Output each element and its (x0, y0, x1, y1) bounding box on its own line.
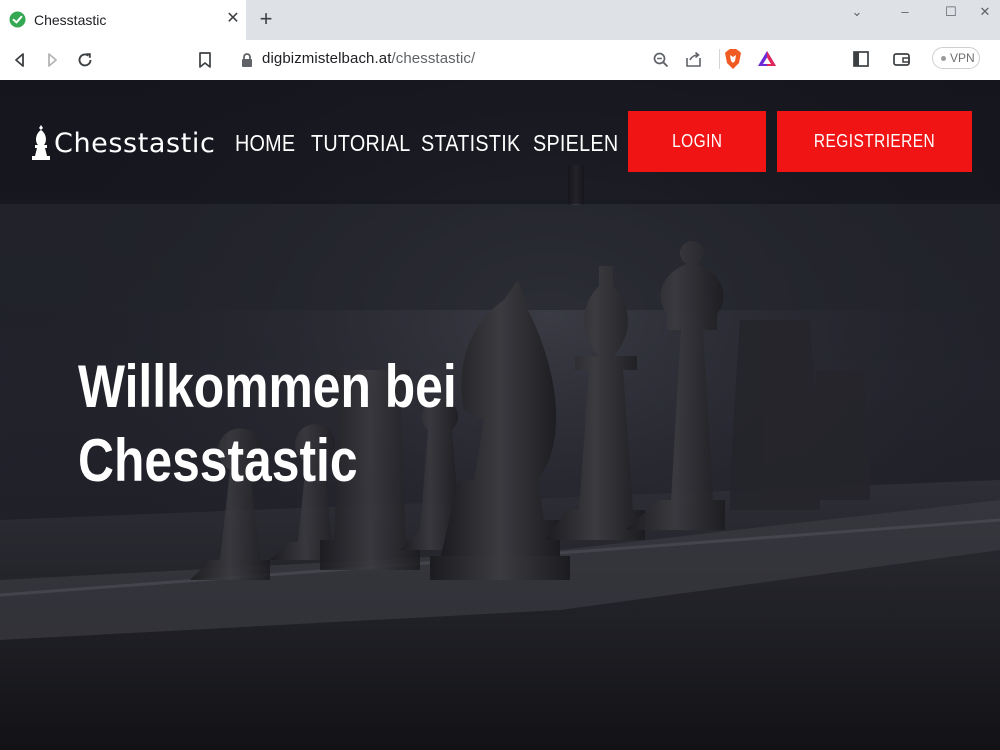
nav-link-tutorial[interactable]: TUTORIAL (311, 130, 411, 157)
hero-title-line-1: Willkommen bei (78, 353, 457, 420)
login-button-label: LOGIN (671, 131, 723, 151)
url-path: /chesstastic/ (391, 50, 476, 67)
register-button-label: REGISTRIEREN (813, 131, 936, 151)
brave-shield-icon[interactable] (723, 48, 743, 70)
url-host: digbizmistelbach.at (262, 50, 392, 67)
url-text[interactable]: digbizmistelbach.at/chesstastic/ (262, 50, 475, 67)
nav-link-home[interactable]: HOME (235, 130, 295, 157)
maximize-icon[interactable]: ☐ (936, 4, 966, 19)
login-button[interactable]: LOGIN (628, 111, 766, 172)
lock-icon[interactable] (240, 52, 254, 68)
window-close-icon[interactable]: ✕ (970, 4, 1000, 19)
vpn-label: VPN (950, 51, 975, 65)
browser-tab-strip: Chesstastic ✕ + ⌄ – ☐ ✕ (0, 0, 1000, 40)
tab-title: Chesstastic (34, 12, 107, 28)
back-icon[interactable] (10, 50, 30, 70)
forward-icon[interactable] (42, 50, 62, 70)
reload-icon[interactable] (75, 50, 95, 70)
hero-title: Willkommen bei Chesstastic (78, 350, 510, 498)
vpn-status-dot (941, 56, 946, 61)
wallet-icon[interactable] (892, 50, 911, 68)
nav-link-statistik[interactable]: STATISTIK (421, 130, 520, 157)
new-tab-icon[interactable]: + (255, 8, 277, 30)
logo-text: Chesstastic (54, 128, 216, 159)
brave-rewards-icon[interactable] (757, 49, 777, 69)
chess-bishop-icon (32, 125, 50, 160)
menu-icon[interactable] (990, 40, 1000, 80)
register-button[interactable]: REGISTRIEREN (777, 111, 972, 172)
page-viewport: Chesstastic HOME TUTORIAL STATISTIK SPIE… (0, 80, 1000, 750)
zoom-icon[interactable] (652, 51, 670, 69)
vpn-button[interactable]: VPN (932, 47, 980, 69)
browser-tab[interactable]: Chesstastic ✕ (0, 0, 246, 40)
nav-link-spielen[interactable]: SPIELEN (533, 130, 618, 157)
bookmark-icon[interactable] (195, 50, 215, 70)
close-icon[interactable]: ✕ (224, 10, 242, 28)
hero-title-line-2: Chesstastic (78, 427, 358, 494)
check-circle-icon (9, 11, 26, 28)
share-icon[interactable] (684, 50, 703, 69)
tab-search-icon[interactable]: ⌄ (842, 4, 872, 19)
sidebar-icon[interactable] (852, 50, 870, 68)
toolbar-divider (719, 49, 720, 69)
minimize-icon[interactable]: – (890, 4, 920, 19)
